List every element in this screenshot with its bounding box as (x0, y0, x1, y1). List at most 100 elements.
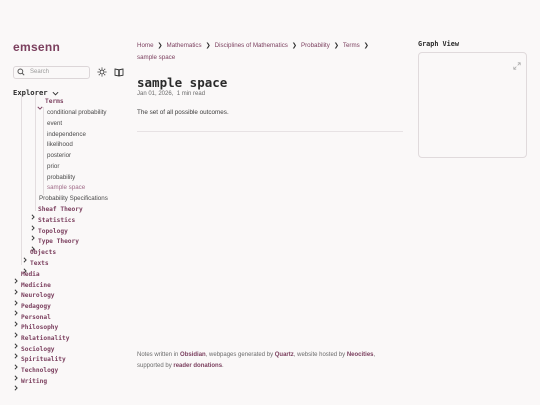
folder-label: Personal (21, 313, 51, 321)
chevron-right-icon (13, 271, 19, 284)
sidebar: emsenn Search Explorer (13, 40, 128, 98)
chevron-right-icon (13, 346, 19, 359)
search-row: Search (13, 65, 128, 79)
chevron-right-icon (22, 261, 28, 274)
breadcrumb-terms[interactable]: Terms (343, 42, 360, 49)
folder-sheaf-theory[interactable]: Sheaf Theory (30, 205, 83, 220)
tree-item-label: likelihood (47, 141, 73, 149)
breadcrumb-current[interactable]: sample space (137, 54, 175, 61)
chevron-right-icon (13, 293, 19, 306)
folder-pedagogy[interactable]: Pedagogy (13, 301, 51, 317)
tree-item-label: Probability Specifications (39, 195, 108, 203)
explorer-toggle[interactable]: Explorer (13, 87, 128, 98)
folder-label: Statistics (38, 217, 76, 225)
folder-objects[interactable]: Objects (22, 248, 56, 263)
folder-label: Technology (21, 367, 59, 375)
tree-item-label: prior (47, 162, 60, 170)
folder-type-theory[interactable]: Type Theory (30, 237, 79, 252)
tree-item[interactable]: independence (47, 129, 86, 140)
tree-item[interactable]: conditional probability (47, 108, 107, 119)
folder-label: Media (21, 270, 40, 278)
folder-statistics[interactable]: Statistics (30, 215, 76, 231)
folder-philosophy[interactable]: Philosophy (13, 323, 59, 338)
reader-mode-icon[interactable] (114, 67, 124, 77)
tree-item[interactable]: event (47, 118, 62, 129)
graph-view-canvas[interactable] (418, 52, 527, 158)
tree-item-label: independence (47, 130, 86, 138)
chevron-right-icon (13, 303, 19, 317)
folder-media[interactable]: Media (13, 269, 40, 284)
page-date: Jan 01, 2026 (137, 91, 172, 97)
folder-label: Sheaf Theory (38, 206, 83, 214)
footer-text: . (222, 362, 224, 369)
chevron-right-icon (30, 228, 36, 241)
tree-item[interactable]: probability (47, 172, 75, 183)
footer-text: , website hosted by (293, 352, 347, 358)
folder-label: Neurology (21, 292, 55, 300)
sun-icon[interactable] (97, 67, 107, 77)
folder-label: Relationality (21, 335, 70, 343)
site-title[interactable]: emsenn (13, 40, 128, 54)
folder-topology[interactable]: Topology (30, 226, 68, 241)
search-input[interactable]: Search (13, 63, 90, 81)
page-title: sample space (137, 75, 228, 90)
chevron-right-icon (13, 314, 19, 327)
tree-item-label: posterior (47, 152, 72, 160)
chevron-right-icon: ❯ (205, 43, 211, 49)
graph-view-title: Graph View (418, 40, 459, 48)
expand-icon[interactable] (513, 57, 521, 70)
breadcrumb-mathematics[interactable]: Mathematics (167, 42, 202, 49)
folder-medicine[interactable]: Medicine (13, 280, 51, 295)
footer-link-donations[interactable]: reader donations (173, 363, 222, 369)
footer-text: , (373, 352, 376, 358)
tree-item-label: conditional probability (47, 109, 107, 117)
folder-label: Terms (45, 97, 64, 105)
tree-item[interactable]: posterior (47, 150, 71, 161)
folder-personal[interactable]: Personal (13, 312, 51, 327)
tree-branch-line (21, 95, 22, 265)
chevron-right-icon: ❯ (157, 43, 163, 49)
page-meta: Jan 01, 2026, 1 min read (137, 91, 206, 97)
footer-link-neocities[interactable]: Neocities (347, 352, 374, 358)
chevron-right-icon (13, 357, 19, 370)
breadcrumb-home[interactable]: Home (137, 42, 154, 49)
tree-item-label: probability (47, 173, 76, 181)
content-divider (137, 131, 403, 132)
folder-writing[interactable]: Writing (13, 376, 48, 391)
folder-relationality[interactable]: Relationality (13, 333, 70, 349)
folder-label: Sociology (21, 345, 55, 353)
folder-label: Spirituality (21, 356, 66, 364)
footer-link-obsidian[interactable]: Obsidian (180, 352, 206, 358)
breadcrumb-disciplines[interactable]: Disciplines of Mathematics (215, 42, 288, 49)
search-placeholder: Search (30, 69, 50, 75)
folder-terms[interactable]: Terms (37, 96, 64, 111)
tree-item[interactable]: Probability Specifications (39, 194, 108, 205)
tree-item[interactable]: prior (47, 161, 59, 172)
chevron-right-icon (30, 239, 36, 252)
chevron-right-icon (13, 368, 19, 381)
search-icon (17, 63, 25, 81)
footer-text: supported by (137, 362, 174, 369)
folder-technology[interactable]: Technology (13, 365, 59, 381)
tree-item[interactable]: likelihood (47, 140, 73, 151)
folder-spirituality[interactable]: Spirituality (13, 355, 66, 370)
chevron-right-icon (13, 282, 19, 295)
breadcrumb-probability[interactable]: Probability (301, 42, 330, 49)
folder-label: Pedagogy (21, 302, 51, 310)
tree-item-active[interactable]: sample space (47, 182, 85, 193)
folder-texts[interactable]: Texts (22, 258, 49, 274)
chevron-right-icon: ❯ (333, 43, 339, 49)
tree-branch-line (35, 95, 36, 211)
chevron-down-icon (37, 98, 43, 111)
folder-label: Medicine (21, 281, 51, 289)
folder-label: Texts (30, 260, 49, 268)
tree-item-label: event (47, 120, 63, 128)
folder-label: Topology (38, 227, 68, 235)
folder-sociology[interactable]: Sociology (13, 344, 55, 359)
chevron-right-icon (13, 336, 19, 349)
footer-link-quartz[interactable]: Quartz (275, 352, 294, 358)
folder-label: Writing (21, 377, 48, 385)
folder-neurology[interactable]: Neurology (13, 290, 55, 306)
folder-label: Philosophy (21, 324, 59, 332)
footer-text: Notes written in (137, 352, 181, 358)
